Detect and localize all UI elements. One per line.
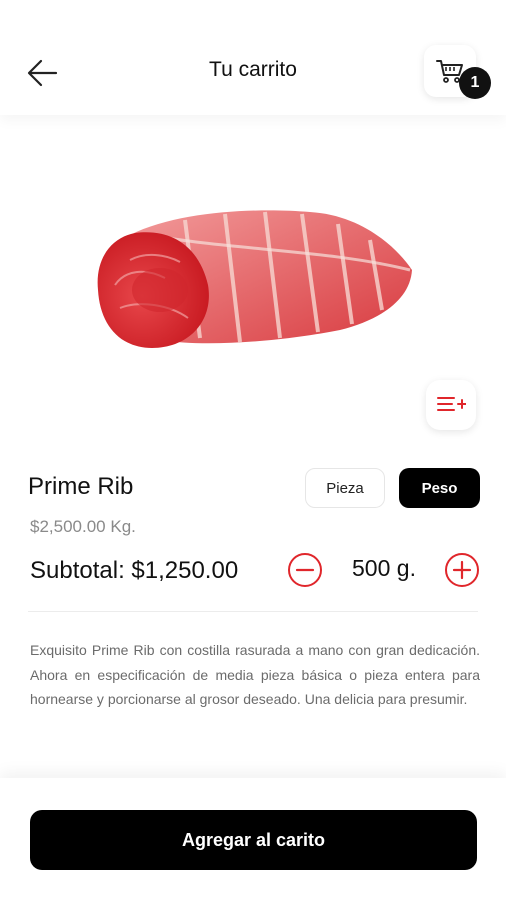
unit-toggle-peso[interactable]: Peso: [399, 468, 480, 508]
cart-count-badge: 1: [459, 67, 491, 99]
unit-price: $2,500.00 Kg.: [30, 517, 136, 536]
plus-circle-icon: [445, 553, 479, 587]
decrease-quantity-button[interactable]: [287, 552, 323, 588]
subtotal: Subtotal: $1,250.00: [30, 557, 239, 584]
add-to-cart-button[interactable]: Agregar al carito: [30, 810, 477, 870]
product-image: [90, 190, 420, 370]
quantity-value: 500 g.: [352, 555, 416, 581]
minus-circle-icon: [288, 553, 322, 587]
product-name: Prime Rib: [28, 473, 134, 500]
divider: [28, 611, 478, 612]
unit-toggle-pieza[interactable]: Pieza: [305, 468, 385, 508]
filter-add-icon: [437, 397, 466, 411]
options-button[interactable]: [426, 380, 476, 430]
product-description: Exquisito Prime Rib con costilla rasurad…: [30, 642, 480, 707]
increase-quantity-button[interactable]: [444, 552, 480, 588]
